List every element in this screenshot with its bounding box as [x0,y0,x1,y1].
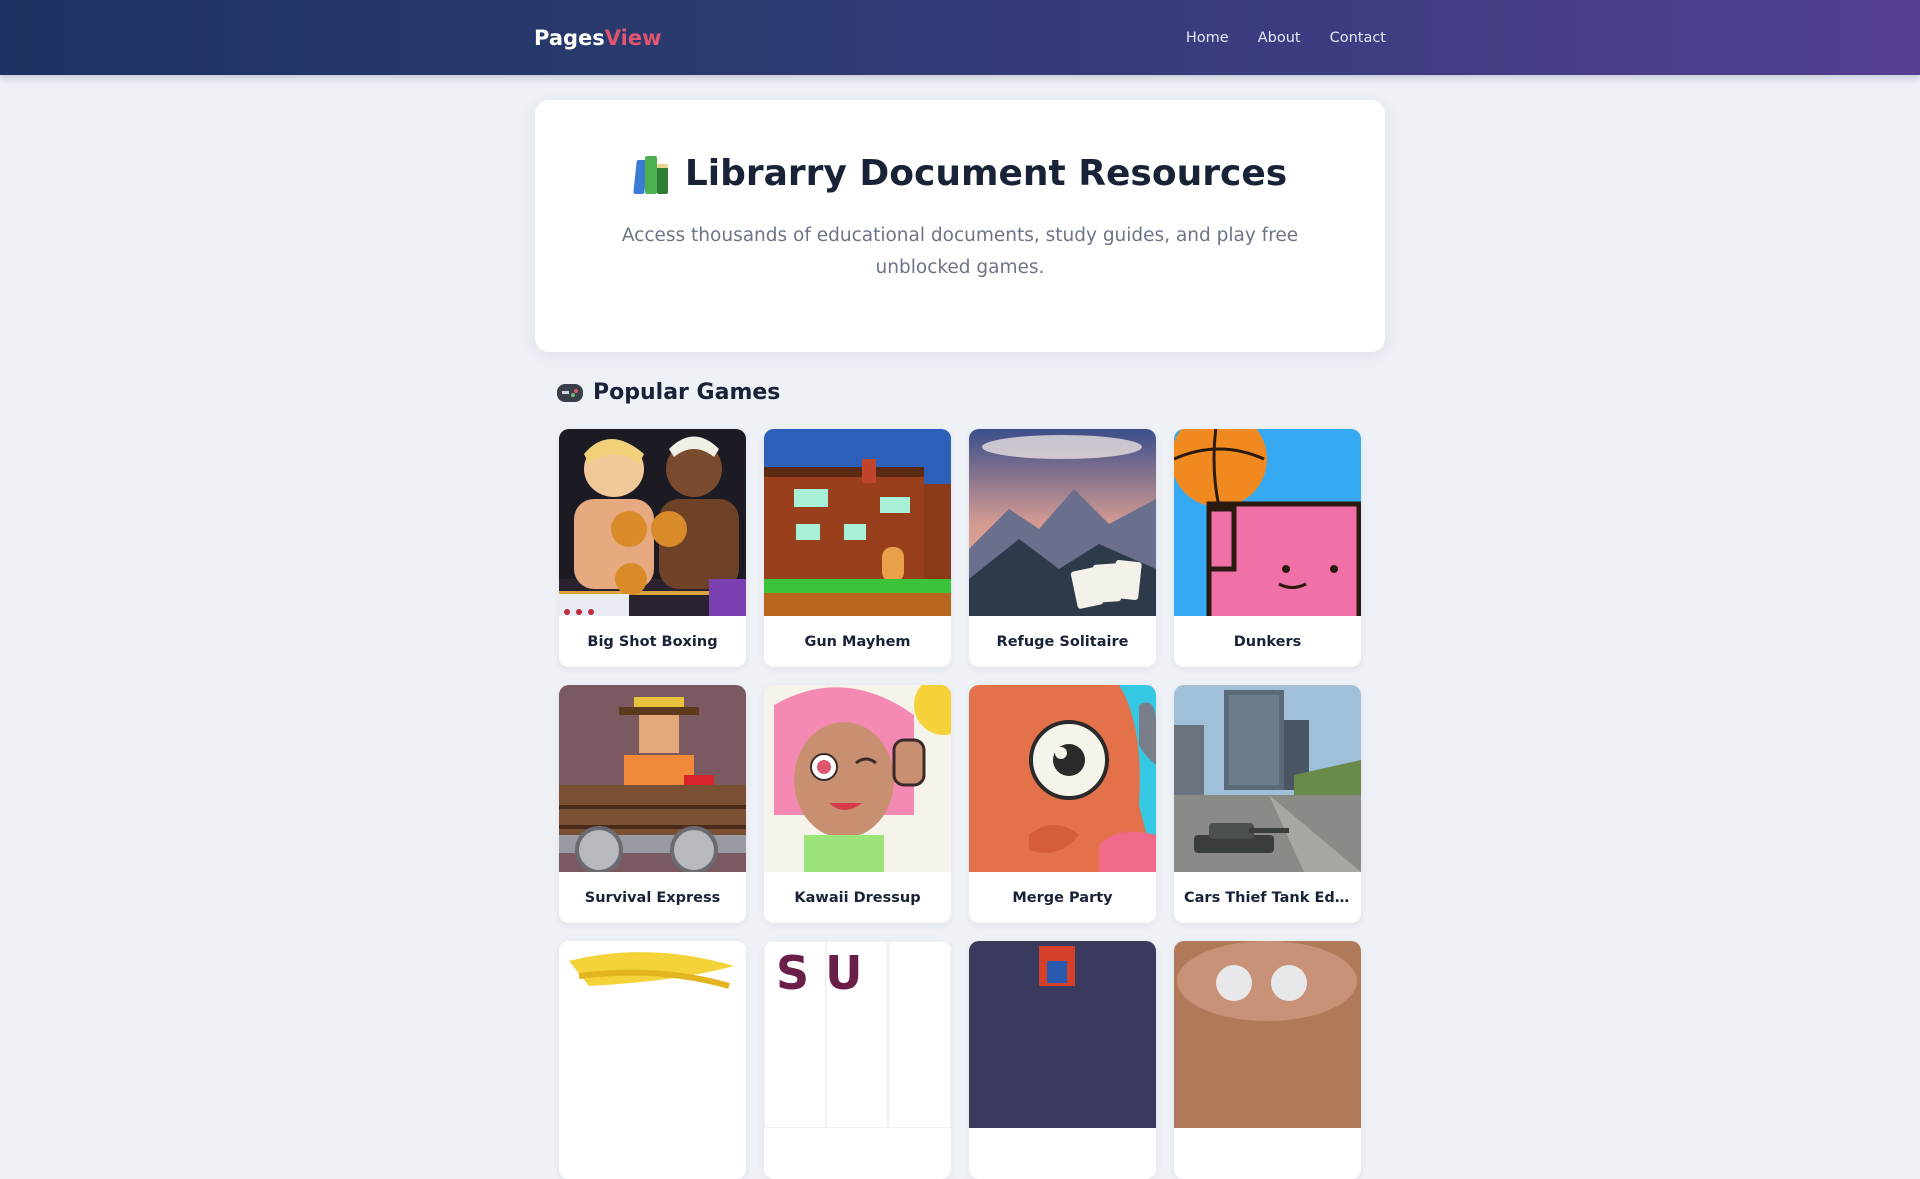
nav-link-about[interactable]: About [1258,30,1301,46]
nav-link-contact[interactable]: Contact [1330,30,1386,46]
game-card-big-shot-boxing[interactable]: Big Shot Boxing [559,429,746,667]
game-title[interactable]: Refuge Solitaire [969,616,1156,667]
popular-games-title: Popular Games [593,380,781,405]
game-card-cars-thief-tank-edition[interactable]: Cars Thief Tank Edition [1174,685,1361,923]
hero-title: Librarry Document Resources [684,153,1288,194]
top-navigation-bar: PagesView Home About Contact [0,0,1920,75]
game-thumbnail[interactable] [559,429,746,616]
game-title[interactable]: Survival Express [559,872,746,923]
game-title[interactable]: Merge Party [969,872,1156,923]
hero-description: Access thousands of educational document… [621,225,1299,278]
game-card-dunkers[interactable]: Dunkers [1174,429,1361,667]
game-thumbnail[interactable] [764,429,951,616]
game-title[interactable]: Dunkers [1174,616,1361,667]
logo-accent-text: View [604,25,662,50]
game-thumbnail[interactable]: S U [764,941,951,1128]
topbar-inner: PagesView Home About Contact [534,0,1386,75]
thumb-text: S U [776,946,863,1000]
game-controller-icon [557,383,583,402]
game-title[interactable] [969,1128,1156,1179]
game-card-refuge-solitaire[interactable]: Refuge Solitaire [969,429,1156,667]
game-thumbnail[interactable] [969,941,1156,1128]
game-thumbnail[interactable] [1174,941,1361,1128]
game-title[interactable]: Cars Thief Tank Edition [1174,872,1361,923]
game-card-merge-party[interactable]: Merge Party [969,685,1156,923]
game-card-gun-mayhem[interactable]: Gun Mayhem [764,429,951,667]
game-card-kawaii-dressup[interactable]: Kawaii Dressup [764,685,951,923]
game-thumbnail[interactable] [1174,685,1361,872]
game-card-partial-3[interactable] [969,941,1156,1179]
game-card-survival-express[interactable]: Survival Express [559,685,746,923]
hero-card: Librarry Document Resources Access thous… [535,100,1385,352]
game-thumbnail[interactable] [764,685,951,872]
game-thumbnail[interactable] [1174,429,1361,616]
nav-link-home[interactable]: Home [1186,30,1229,46]
main-nav: Home About Contact [1186,30,1386,46]
game-title[interactable]: Big Shot Boxing [559,616,746,667]
game-title[interactable] [764,1128,951,1179]
game-title[interactable]: Kawaii Dressup [764,872,951,923]
hero-title-row: Librarry Document Resources [535,153,1385,194]
game-card-partial-4[interactable] [1174,941,1361,1179]
game-title[interactable] [1174,1128,1361,1179]
books-icon [633,154,671,194]
game-card-partial-1[interactable] [559,941,746,1179]
game-thumbnail[interactable] [969,429,1156,616]
logo-main-text: Pages [534,25,605,50]
game-thumbnail[interactable] [559,941,746,1128]
game-title[interactable] [559,1128,746,1179]
game-card-partial-2[interactable]: S U [764,941,951,1179]
popular-games-heading: Popular Games [557,380,780,405]
game-title[interactable]: Gun Mayhem [764,616,951,667]
game-thumbnail[interactable] [969,685,1156,872]
site-logo[interactable]: PagesView [534,26,662,50]
game-thumbnail[interactable] [559,685,746,872]
